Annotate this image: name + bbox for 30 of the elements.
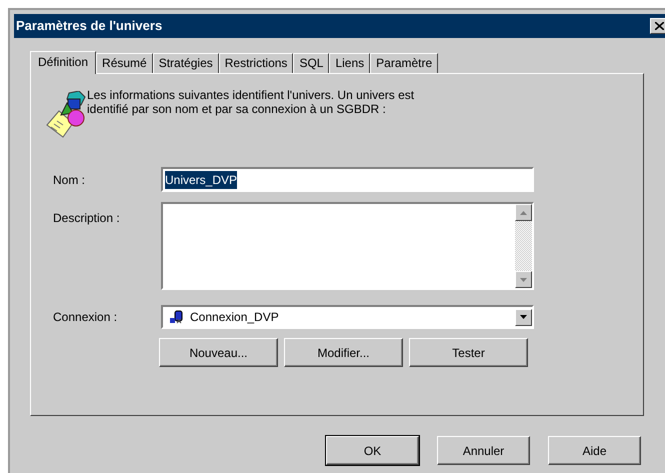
tab[interactable]: Définition <box>30 51 96 74</box>
scroll-down-button[interactable] <box>515 271 532 288</box>
dialog-button[interactable]: Modifier... <box>284 338 403 367</box>
dialog-button[interactable]: Tester <box>409 338 528 367</box>
tab[interactable]: SQL <box>293 53 330 73</box>
description-field[interactable] <box>161 202 534 290</box>
dialog-button[interactable]: Nouveau... <box>159 338 278 367</box>
field-label: Nom : <box>53 172 86 188</box>
caret-icon <box>520 315 527 319</box>
window-title: Paramètres de l'univers <box>16 17 162 36</box>
tab[interactable]: Paramètre <box>370 53 438 73</box>
up-arrow-icon <box>520 210 527 214</box>
dropdown-button[interactable] <box>515 308 532 326</box>
intro-text: Les informations suivantes identifient l'univers. Un univers est identifié par son nom et par sa connexion à un SGBDR : <box>87 88 416 118</box>
field-label: Description : <box>53 210 121 227</box>
dialog-button[interactable]: Aide <box>548 436 641 465</box>
connection-dropdown[interactable]: Connexion_DVP <box>161 305 534 329</box>
down-arrow-icon <box>520 278 527 282</box>
tab[interactable]: Stratégies <box>152 53 219 73</box>
close-button[interactable] <box>650 18 665 34</box>
tab[interactable]: Résumé <box>96 53 153 73</box>
dialog-button[interactable]: Annuler <box>437 436 530 465</box>
scroll-up-button[interactable] <box>515 204 532 221</box>
tab[interactable]: Liens <box>329 53 370 73</box>
dialog-button[interactable]: OK <box>326 436 419 465</box>
database-icon <box>168 310 184 324</box>
close-icon <box>654 22 664 30</box>
name-field[interactable]: Univers_DVP <box>161 167 534 192</box>
tab[interactable]: Restrictions <box>218 53 294 73</box>
field-label: Connexion : <box>53 309 118 326</box>
